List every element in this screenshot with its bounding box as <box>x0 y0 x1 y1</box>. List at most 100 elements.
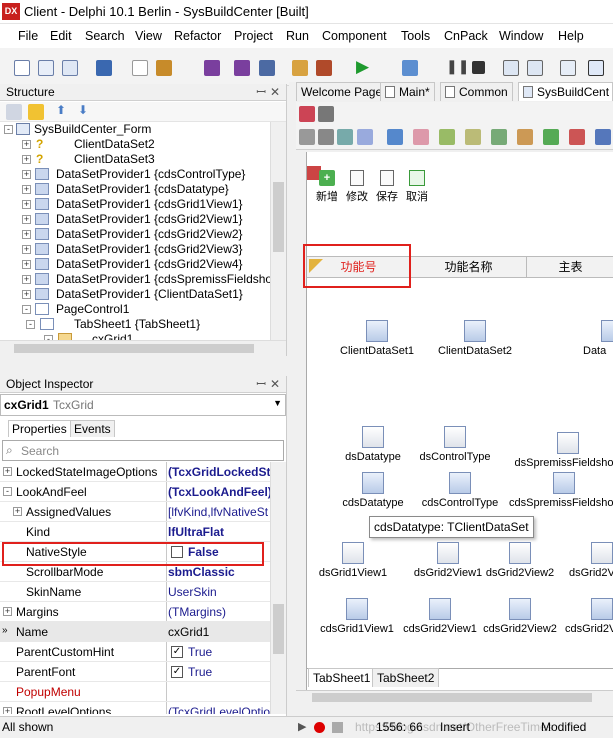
run-icon[interactable]: ▶ <box>356 57 369 77</box>
object-selector[interactable]: cxGrid1 TcxGrid ▼ <box>0 394 286 416</box>
layout-icon[interactable] <box>560 60 576 76</box>
save-all-icon[interactable] <box>234 60 250 76</box>
step-icon[interactable] <box>503 60 519 76</box>
down-arrow-icon[interactable]: ⬇ <box>78 103 88 117</box>
tree-node[interactable]: + DataSetProvider1 {cdsGrid2View2} <box>22 227 243 242</box>
new-file-icon[interactable] <box>132 60 148 76</box>
copy-icon[interactable] <box>62 60 78 76</box>
designer-hscrollbar[interactable] <box>296 690 613 704</box>
run-without-debug-icon[interactable] <box>402 60 418 76</box>
remove-project-icon[interactable] <box>316 60 332 76</box>
inspector-scrollbar[interactable] <box>270 462 286 714</box>
tab-common[interactable]: Common <box>440 82 513 101</box>
menu-view[interactable]: View <box>135 29 162 43</box>
structure-hscrollbar[interactable] <box>0 340 286 356</box>
toolbar-icon[interactable] <box>318 106 334 122</box>
add-button[interactable]: + 新增 <box>313 170 341 204</box>
property-row[interactable]: + AssignedValues [lfvKind,lfvNativeSt <box>0 502 286 522</box>
close-file-icon[interactable] <box>259 60 275 76</box>
menu-tools[interactable]: Tools <box>401 29 430 43</box>
tab-main[interactable]: Main* <box>380 82 435 101</box>
toolbar-icon[interactable] <box>357 129 373 145</box>
stop-icon[interactable] <box>332 722 343 733</box>
property-row-selected[interactable]: » Name cxGrid1 <box>0 622 286 642</box>
tab-events[interactable]: Events <box>70 420 115 437</box>
toolbar-icon[interactable] <box>517 129 533 145</box>
chevron-down-icon[interactable]: ▼ <box>273 398 282 408</box>
component-icon[interactable]: cdsControlType <box>415 472 505 509</box>
structure-scrollbar[interactable] <box>270 122 286 340</box>
tab-sysbuildcenter[interactable]: SysBuildCent <box>518 82 613 101</box>
component-icon[interactable]: cdsSpremissFieldshow <box>509 472 613 509</box>
tree-node[interactable]: - SysBuildCenter_Form <box>4 122 151 137</box>
menu-help[interactable]: Help <box>558 29 584 43</box>
property-row[interactable]: + LockedStateImageOptions (TcxGridLockedSt <box>0 462 286 482</box>
tab-properties[interactable]: Properties <box>8 420 71 437</box>
record-icon[interactable] <box>314 722 325 733</box>
trace-icon[interactable] <box>527 60 543 76</box>
tree-node[interactable]: + DataSetProvider1 {cdsControlType} <box>22 167 245 182</box>
pin-icon[interactable]: ꟷ <box>256 376 266 392</box>
component-icon[interactable]: Data <box>583 320 613 357</box>
property-row[interactable]: - LookAndFeel (TcxLookAndFeel) <box>0 482 286 502</box>
component-icon[interactable]: cdsGrid2V <box>565 598 613 635</box>
component-icon[interactable]: cdsGrid2View2 <box>475 598 565 635</box>
menu-window[interactable]: Window <box>499 29 543 43</box>
component-icon[interactable]: cdsGrid2View1 <box>395 598 485 635</box>
menu-refactor[interactable]: Refactor <box>174 29 221 43</box>
toolbar-icon[interactable] <box>337 129 353 145</box>
property-row[interactable]: + RootLevelOptions (TcxGridLevelOptio <box>0 702 286 714</box>
component-icon[interactable]: cdsGrid1View1 <box>317 598 397 635</box>
property-row[interactable]: + Margins (TMargins) <box>0 602 286 622</box>
save-button[interactable]: 保存 <box>373 170 401 204</box>
search-input[interactable]: ⌕ Search <box>2 440 284 461</box>
toolbar-icon[interactable] <box>318 129 334 145</box>
open-folder-icon[interactable] <box>156 60 172 76</box>
menu-cnpack[interactable]: CnPack <box>444 29 488 43</box>
checkbox-checked[interactable]: ✓ <box>171 666 183 678</box>
tree-node[interactable]: + DataSetProvider1 {cdsGrid1View1} <box>22 197 243 212</box>
menu-file[interactable]: File <box>18 29 38 43</box>
new-icon[interactable] <box>14 60 30 76</box>
tree-node[interactable]: + DataSetProvider1 {cdsGrid2View4} <box>22 257 243 272</box>
save-icon[interactable] <box>204 60 220 76</box>
component-icon[interactable]: dsGrid1View1 <box>313 542 393 579</box>
pin-icon[interactable]: ꟷ <box>256 84 266 100</box>
toolbar-icon[interactable] <box>413 129 429 145</box>
property-row[interactable]: PopupMenu <box>0 682 286 702</box>
tree-node[interactable]: + DataSetProvider1 {ClientDataSet1} <box>22 287 243 302</box>
tree-node[interactable]: + DataSetProvider1 {cdsGrid2View1} <box>22 212 243 227</box>
tree-icon[interactable] <box>6 104 22 120</box>
stop-icon[interactable] <box>472 61 485 74</box>
toolbar-icon[interactable] <box>299 106 315 122</box>
menu-component[interactable]: Component <box>322 29 387 43</box>
cancel-button[interactable]: 取消 <box>403 170 431 204</box>
tree-node[interactable]: + DataSetProvider1 {cdsGrid2View3} <box>22 242 243 257</box>
toolbar-icon[interactable] <box>387 129 403 145</box>
property-row[interactable]: SkinName UserSkin <box>0 582 286 602</box>
component-icon[interactable]: dsGrid2V <box>569 542 613 579</box>
toolbar-icon[interactable] <box>491 129 507 145</box>
property-row[interactable]: Kind lfUltraFlat <box>0 522 286 542</box>
component-icon[interactable]: dsGrid2View2 <box>475 542 565 579</box>
column-header[interactable]: 主表 <box>527 257 613 277</box>
menu-search[interactable]: Search <box>85 29 125 43</box>
panel-close-icon[interactable]: ✕ <box>270 376 280 392</box>
property-row[interactable]: ParentCustomHint ✓ True <box>0 642 286 662</box>
up-arrow-icon[interactable]: ⬆ <box>56 103 66 117</box>
menu-edit[interactable]: Edit <box>50 29 72 43</box>
component-icon[interactable]: dsControlType <box>415 426 495 463</box>
toolbar-icon[interactable] <box>569 129 585 145</box>
menu-project[interactable]: Project <box>234 29 273 43</box>
toolbar-icon[interactable] <box>439 129 455 145</box>
component-icon[interactable]: ClientDataSet2 <box>435 320 515 357</box>
panel-close-icon[interactable]: ✕ <box>270 84 280 100</box>
tree-node[interactable]: + DataSetProvider1 {cdsSpremissFieldshow} <box>22 272 270 287</box>
tab-tabsheet1[interactable]: TabSheet1 <box>308 668 376 687</box>
edit-button[interactable]: 修改 <box>343 170 371 204</box>
delete-icon[interactable] <box>28 104 44 120</box>
align-icon[interactable] <box>588 60 604 76</box>
form-icon[interactable] <box>96 60 112 76</box>
column-header[interactable]: 功能名称 <box>411 257 527 277</box>
toolbar-icon[interactable] <box>299 129 315 145</box>
